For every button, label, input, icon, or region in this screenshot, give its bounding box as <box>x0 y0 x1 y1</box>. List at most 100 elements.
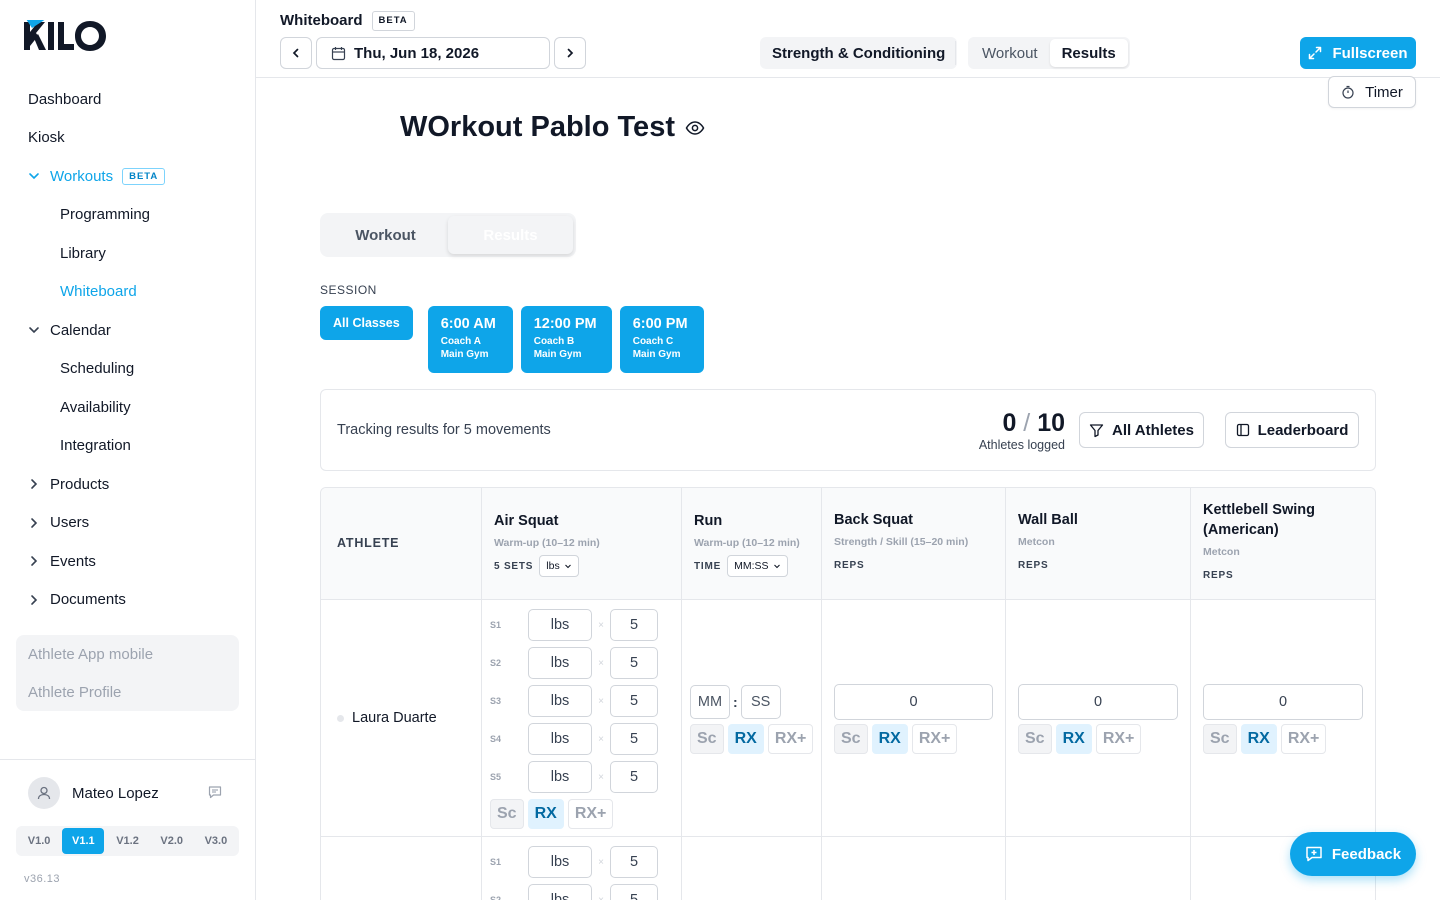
feedback-button[interactable]: Feedback <box>1290 832 1416 876</box>
sidebar-item-calendar[interactable]: Calendar <box>16 311 240 350</box>
weight-input[interactable]: lbs <box>528 761 592 793</box>
sidebar-item-availability[interactable]: Availability <box>16 388 240 427</box>
weight-input[interactable]: lbs <box>528 723 592 755</box>
sidebar-item-scheduling[interactable]: Scheduling <box>16 350 240 389</box>
timer-button[interactable]: Timer <box>1328 76 1416 108</box>
version-v2-0[interactable]: V2.0 <box>151 828 193 854</box>
session-6am[interactable]: 6:00 AM Coach A Main Gym <box>427 306 513 373</box>
sidebar-item-workouts[interactable]: Workouts BETA <box>16 157 240 196</box>
sidebar-item-users[interactable]: Users <box>16 504 240 543</box>
date-text: Thu, Jun 18, 2026 <box>354 44 480 62</box>
scale-rx-button[interactable]: RX <box>1240 724 1277 754</box>
score-type: REPS <box>1018 560 1049 571</box>
scale-rx-button[interactable]: RX <box>527 799 564 829</box>
scale-rx-plus-button[interactable]: RX+ <box>1280 724 1327 754</box>
reps-input-kettlebell-swing[interactable]: 0 <box>1203 684 1363 720</box>
reps-input[interactable]: 5 <box>610 846 658 878</box>
movement-section: Warm-up (10–12 min) <box>694 537 800 549</box>
movement-name: Kettlebell Swing (American) <box>1203 502 1315 538</box>
sidebar-item-library[interactable]: Library <box>16 234 240 273</box>
next-day-button[interactable] <box>554 37 586 69</box>
scale-selector-air-squat: Sc RX RX+ <box>490 799 614 829</box>
tab-workout[interactable]: Workout <box>323 216 448 254</box>
weight-input[interactable]: lbs <box>528 609 592 641</box>
sidebar-item-programming[interactable]: Programming <box>16 196 240 235</box>
workout-results-tabs: Workout Results <box>320 213 576 257</box>
sidebar-item-athlete-app-mobile[interactable]: Athlete App mobile <box>16 635 239 673</box>
sidebar-item-products[interactable]: Products <box>16 465 240 504</box>
movement-meta: 5 SETS lbs <box>494 555 674 577</box>
set-row: S5 lbs × 5 <box>490 761 658 793</box>
scale-rx-plus-button[interactable]: RX+ <box>767 724 814 754</box>
version-v1-0[interactable]: V1.0 <box>18 828 60 854</box>
fullscreen-button[interactable]: Fullscreen <box>1300 37 1416 69</box>
score-type: TIME <box>694 560 722 572</box>
weight-input[interactable]: lbs <box>528 846 592 878</box>
user-menu[interactable]: Mateo Lopez <box>28 777 228 809</box>
weight-input[interactable]: lbs <box>528 685 592 717</box>
sidebar-item-kiosk[interactable]: Kiosk <box>16 119 240 158</box>
time-format-select[interactable]: MM:SS <box>727 555 788 577</box>
scale-rx-button[interactable]: RX <box>1055 724 1092 754</box>
sidebar-item-label: Products <box>50 475 110 493</box>
session-6pm[interactable]: 6:00 PM Coach C Main Gym <box>619 306 704 373</box>
scale-rx-button[interactable]: RX <box>871 724 908 754</box>
feedback-icon <box>1306 846 1322 862</box>
reps-input[interactable]: 5 <box>610 647 658 679</box>
version-v3-0[interactable]: V3.0 <box>195 828 237 854</box>
scale-rx-plus-button[interactable]: RX+ <box>911 724 958 754</box>
sidebar-item-label: Dashboard <box>28 90 102 108</box>
sidebar-item-whiteboard[interactable]: Whiteboard <box>16 273 240 312</box>
tab-results[interactable]: Results <box>1049 39 1128 67</box>
message-icon[interactable] <box>208 785 222 802</box>
scale-rx-button[interactable]: RX <box>727 724 764 754</box>
reps-input[interactable]: 5 <box>610 761 658 793</box>
scale-sc-button[interactable]: Sc <box>1203 724 1237 754</box>
sidebar-item-label: Integration <box>60 437 131 455</box>
sidebar-item-integration[interactable]: Integration <box>16 427 240 466</box>
unit-select[interactable]: lbs <box>539 555 579 577</box>
kilo-logo[interactable] <box>24 19 106 55</box>
athlete-filter-button[interactable]: All Athletes <box>1079 412 1204 448</box>
session-12pm[interactable]: 12:00 PM Coach B Main Gym <box>520 306 612 373</box>
prev-day-button[interactable] <box>280 37 312 69</box>
tab-results[interactable]: Results <box>448 216 573 254</box>
leaderboard-button[interactable]: Leaderboard <box>1225 412 1359 448</box>
scale-sc-button[interactable]: Sc <box>834 724 868 754</box>
scale-sc-button[interactable]: Sc <box>490 799 524 829</box>
session-picker: All Classes 6:00 AM Coach A Main Gym 12:… <box>320 306 704 373</box>
reps-input[interactable]: 5 <box>610 609 658 641</box>
tab-workout[interactable]: Workout <box>970 39 1050 67</box>
reps-input[interactable]: 5 <box>610 685 658 717</box>
sidebar-item-athlete-profile[interactable]: Athlete Profile <box>16 673 239 711</box>
reps-input-wall-ball[interactable]: 0 <box>1018 684 1178 720</box>
beta-badge: BETA <box>371 11 415 31</box>
reps-input[interactable]: 5 <box>610 723 658 755</box>
panel-icon <box>1236 423 1249 437</box>
sidebar-item-events[interactable]: Events <box>16 542 240 581</box>
top-header: Whiteboard BETA Thu, Jun 18, 2026 Streng… <box>256 0 1440 78</box>
reps-input[interactable]: 5 <box>610 884 658 900</box>
weight-input[interactable]: lbs <box>528 884 592 900</box>
filter-label: All Athletes <box>1112 421 1194 439</box>
reps-input-back-squat[interactable]: 0 <box>834 684 993 720</box>
eye-icon[interactable] <box>685 118 705 138</box>
sidebar-item-documents[interactable]: Documents <box>16 581 240 620</box>
date-picker[interactable]: Thu, Jun 18, 2026 <box>316 37 550 69</box>
scale-rx-plus-button[interactable]: RX+ <box>1095 724 1142 754</box>
seconds-input[interactable]: SS <box>740 685 781 719</box>
weight-input[interactable]: lbs <box>528 647 592 679</box>
set-row: S1 lbs × 5 <box>490 609 658 641</box>
scale-sc-button[interactable]: Sc <box>690 724 724 754</box>
expand-icon <box>1309 46 1322 60</box>
scale-rx-plus-button[interactable]: RX+ <box>567 799 614 829</box>
scale-sc-button[interactable]: Sc <box>1018 724 1052 754</box>
version-v1-1[interactable]: V1.1 <box>62 828 105 854</box>
version-v1-2[interactable]: V1.2 <box>106 828 148 854</box>
program-selector[interactable]: Strength & Conditioning <box>760 37 958 69</box>
sidebar-item-dashboard[interactable]: Dashboard <box>16 80 240 119</box>
filter-icon <box>1089 423 1104 437</box>
all-classes-button[interactable]: All Classes <box>320 306 413 340</box>
minutes-input[interactable]: MM <box>690 685 730 719</box>
chevron-down-icon <box>564 564 571 569</box>
